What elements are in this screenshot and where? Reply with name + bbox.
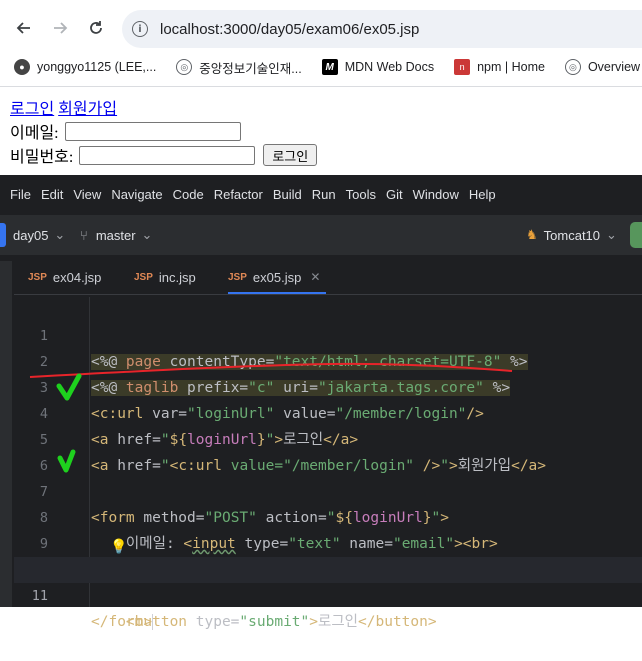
tab-divider: [14, 294, 642, 295]
back-arrow-icon[interactable]: [10, 14, 38, 42]
login-submit-button[interactable]: 로그인: [263, 144, 318, 166]
npm-icon: n: [454, 59, 471, 75]
menu-navigate[interactable]: Navigate: [111, 187, 162, 202]
bookmark-npm[interactable]: n npm | Home: [454, 59, 545, 75]
git-branch-icon: ⑂: [80, 227, 88, 243]
reload-icon[interactable]: [82, 14, 110, 42]
address-bar[interactable]: i localhost:3000/day05/exam06/ex05.jsp: [122, 10, 642, 48]
menu-file[interactable]: File: [10, 187, 31, 202]
bookmark-label: yonggyo1125 (LEE,...: [37, 60, 157, 74]
code-line: 8 이메일: <input type="text" name="email"><…: [14, 479, 642, 552]
bookmark-korean[interactable]: ◎ 중앙정보기술인재...: [176, 58, 302, 77]
bookmark-java[interactable]: ◎ Overview (Java: [564, 59, 642, 75]
browser-toolbar: i localhost:3000/day05/exam06/ex05.jsp: [0, 0, 642, 56]
menu-build[interactable]: Build: [273, 187, 302, 202]
bookmark-label: npm | Home: [477, 60, 545, 74]
password-label: 비밀번호:: [10, 149, 74, 166]
close-icon[interactable]: ✕: [310, 270, 320, 284]
site-info-icon[interactable]: i: [132, 21, 148, 37]
code-editor[interactable]: 1 <%@ page contentType="text/html; chars…: [14, 297, 642, 630]
menu-refactor[interactable]: Refactor: [214, 187, 263, 202]
tab-label: inc.jsp: [158, 269, 196, 285]
code-line: 7 <form method="POST" action="${loginUrl…: [14, 453, 642, 526]
jsp-file-icon: JSP: [228, 271, 247, 283]
code-line: 4 <a href="${loginUrl}">로그인</a>: [14, 375, 642, 448]
run-button[interactable]: [630, 222, 642, 248]
ide-toolbar: day05 ⌄ ⑂ master ⌄ ♞ Tomcat10 ⌄: [0, 215, 642, 255]
tab-label: ex04.jsp: [52, 269, 102, 285]
page-content: 로그인 회원가입 이메일: 비밀번호: 로그인: [10, 95, 318, 167]
code-line: 2 <%@ taglib prefix="c" uri="jakarta.tag…: [14, 323, 642, 396]
github-icon: ●: [14, 59, 30, 75]
branch-name: master: [95, 227, 136, 243]
login-link[interactable]: 로그인: [10, 95, 54, 119]
ide-menubar: File Edit View Navigate Code Refactor Bu…: [0, 175, 642, 213]
code-line: 6: [14, 427, 642, 474]
bookmark-label: 중앙정보기술인재...: [199, 61, 302, 76]
menu-view[interactable]: View: [73, 187, 101, 202]
email-field[interactable]: [64, 121, 241, 141]
run-config-selector[interactable]: ♞ Tomcat10 ⌄: [526, 227, 617, 243]
chrome-divider: [0, 86, 642, 87]
globe-icon: ◎: [176, 59, 193, 75]
project-badge: [0, 223, 6, 247]
signup-link[interactable]: 회원가입: [58, 95, 117, 119]
ide-window: File Edit View Navigate Code Refactor Bu…: [0, 175, 642, 630]
code-line-current: 11 </form>: [14, 557, 642, 630]
tomcat-icon: ♞: [526, 227, 538, 242]
menu-code[interactable]: Code: [173, 187, 204, 202]
menu-tools[interactable]: Tools: [346, 187, 376, 202]
chevron-down-icon: ⌄: [606, 227, 617, 242]
tab-ex04[interactable]: JSP ex04.jsp: [28, 261, 101, 293]
url-text[interactable]: localhost:3000/day05/exam06/ex05.jsp: [160, 21, 419, 38]
forward-arrow-icon[interactable]: [46, 14, 74, 42]
branch-selector[interactable]: ⑂ master ⌄: [80, 227, 152, 243]
bookmark-label: MDN Web Docs: [344, 60, 435, 74]
tab-inc[interactable]: JSP inc.jsp: [134, 261, 196, 293]
jsp-file-icon: JSP: [28, 271, 47, 283]
chevron-down-icon: ⌄: [54, 227, 66, 242]
bookmark-label: Overview (Java: [587, 60, 642, 74]
menu-edit[interactable]: Edit: [41, 187, 63, 202]
editor-tabs: JSP ex04.jsp JSP inc.jsp JSP ex05.jsp ✕: [14, 261, 642, 295]
line-number: 11: [31, 588, 48, 604]
code-line: 10 💡 <button type="submit">로그인</button>: [14, 531, 642, 630]
menu-git[interactable]: Git: [386, 187, 403, 202]
code-line: 9 비밀번호: <input type="password" name="pas…: [14, 505, 642, 578]
menu-window[interactable]: Window: [413, 187, 459, 202]
chevron-down-icon: ⌄: [141, 227, 153, 242]
project-selector[interactable]: day05 ⌄: [13, 227, 65, 243]
mdn-icon: M: [321, 59, 338, 75]
menu-run[interactable]: Run: [312, 187, 336, 202]
code-text: </form>: [91, 614, 154, 630]
code-line: 1 <%@ page contentType="text/html; chars…: [14, 297, 642, 370]
password-field[interactable]: [79, 145, 256, 165]
run-config-name: Tomcat10: [543, 227, 601, 243]
tab-ex05[interactable]: JSP ex05.jsp ✕: [228, 261, 326, 295]
jsp-file-icon: JSP: [134, 271, 153, 283]
bookmarks-bar: ● yonggyo1125 (LEE,... ◎ 중앙정보기술인재... M M…: [0, 52, 642, 82]
tool-window-strip: [0, 261, 12, 607]
email-label: 이메일:: [10, 125, 59, 142]
project-name: day05: [13, 227, 49, 243]
menu-help[interactable]: Help: [469, 187, 496, 202]
globe-icon: ◎: [564, 59, 581, 75]
code-line: 5 <a href="<c:url value="/member/login" …: [14, 401, 642, 474]
bookmark-github[interactable]: ● yonggyo1125 (LEE,...: [14, 59, 156, 75]
code-line: 3 <c:url var="loginUrl" value="/member/l…: [14, 349, 642, 422]
bookmark-mdn[interactable]: M MDN Web Docs: [321, 59, 435, 75]
tab-label: ex05.jsp: [252, 269, 302, 285]
